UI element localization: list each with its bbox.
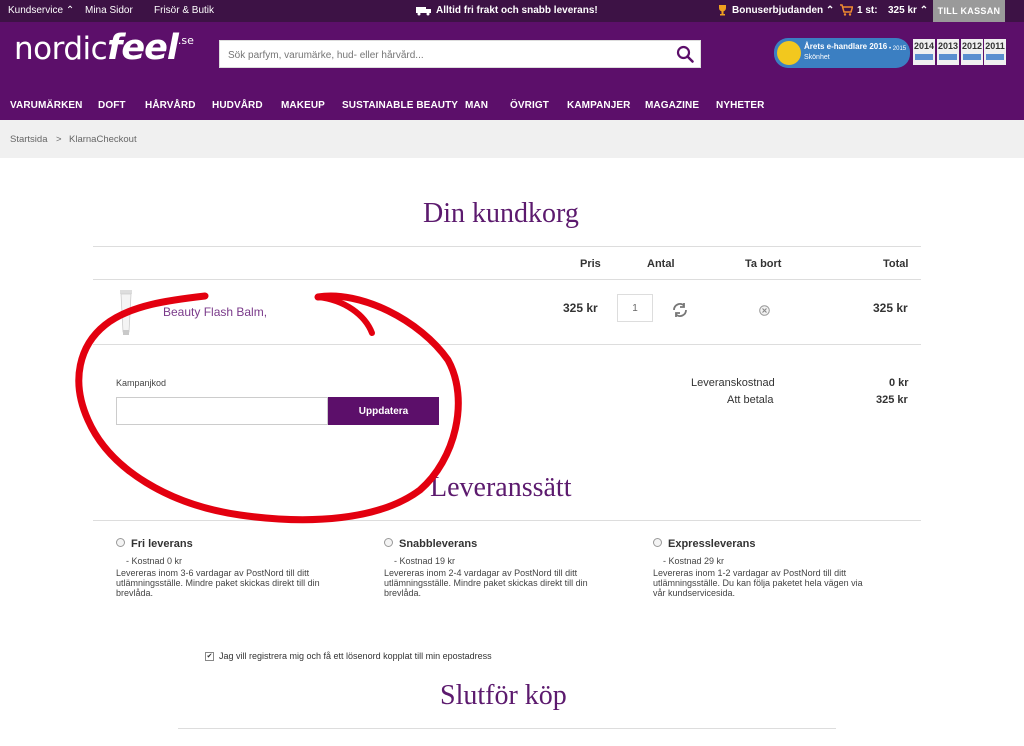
- nav-ovrigt[interactable]: ÖVRIGT: [510, 100, 549, 111]
- breadcrumb: Startsida > KlarnaCheckout: [0, 120, 1024, 158]
- breadcrumb-home[interactable]: Startsida: [10, 134, 48, 145]
- bonus-link[interactable]: Bonuserbjudanden ⌃: [732, 5, 834, 16]
- divider: [93, 246, 921, 247]
- award-runner-icon: [777, 41, 801, 65]
- kampanjkod-input[interactable]: [116, 397, 328, 425]
- mina-sidor-link[interactable]: Mina Sidor: [85, 5, 133, 16]
- divider: [93, 279, 921, 280]
- free-shipping-text: Alltid fri frakt och snabb leverans!: [436, 5, 598, 16]
- kundservice-link[interactable]: Kundservice ⌃: [8, 5, 74, 16]
- search-icon[interactable]: [676, 45, 694, 63]
- radio-fri-leverans[interactable]: [116, 538, 125, 547]
- radio-expressleverans[interactable]: [653, 538, 662, 547]
- refresh-icon[interactable]: [671, 302, 689, 318]
- nav-man[interactable]: MAN: [465, 100, 488, 111]
- register-checkbox[interactable]: ✔: [205, 652, 214, 661]
- logo[interactable]: nordicfeel.se: [14, 28, 194, 68]
- cart-count[interactable]: 1 st:: [857, 5, 878, 16]
- truck-icon: [416, 7, 431, 16]
- nav-doft[interactable]: DOFT: [98, 100, 126, 111]
- to-pay-value: 325 kr: [876, 394, 908, 406]
- nav-varumarken[interactable]: VARUMÄRKEN: [10, 100, 82, 111]
- col-ta-bort: Ta bort: [745, 258, 782, 270]
- top-bar: Kundservice ⌃ Mina Sidor Frisör & Butik …: [0, 0, 1024, 22]
- nav-magazine[interactable]: MAGAZINE: [645, 100, 699, 111]
- radio-snabbleverans[interactable]: [384, 538, 393, 547]
- nav-nyheter[interactable]: NYHETER: [716, 100, 764, 111]
- nav-kampanjer[interactable]: KAMPANJER: [567, 100, 631, 111]
- cart-total[interactable]: 325 kr ⌃: [888, 5, 928, 16]
- nav-hudvard[interactable]: HUDVÅRD: [212, 100, 263, 111]
- col-total: Total: [883, 258, 909, 270]
- nav-makeup[interactable]: MAKEUP: [281, 100, 325, 111]
- register-label: Jag vill registrera mig och få ett lösen…: [219, 651, 492, 661]
- shipping-cost-value: 0 kr: [889, 377, 909, 389]
- checkout-title: Slutför köp: [440, 680, 567, 711]
- chevron-up-icon: ⌃: [825, 5, 835, 16]
- row-total: 325 kr: [873, 301, 908, 315]
- chevron-up-icon: ⌃: [919, 5, 929, 16]
- col-pris: Pris: [580, 258, 601, 270]
- award-badge[interactable]: Årets e-handlare 2016 Skönhet • 2015: [774, 38, 910, 68]
- cart-title: Din kundkorg: [423, 198, 579, 229]
- product-image[interactable]: [120, 290, 132, 335]
- remove-icon[interactable]: [759, 305, 770, 316]
- award-year-2012: 2012: [961, 39, 983, 65]
- shipping-cost-label: Leveranskostnad: [691, 377, 775, 389]
- col-antal: Antal: [647, 258, 675, 270]
- nav-harvard[interactable]: HÅRVÅRD: [145, 100, 196, 111]
- checkout-button[interactable]: TILL KASSAN: [933, 0, 1005, 22]
- search-input[interactable]: [226, 41, 670, 69]
- divider: [93, 344, 921, 345]
- divider: [93, 520, 921, 521]
- nav-sustainable-beauty[interactable]: SUSTAINABLE BEAUTY: [342, 100, 458, 111]
- kampanjkod-label: Kampanjkod: [116, 378, 167, 388]
- chevron-up-icon: ⌃: [65, 5, 75, 16]
- product-name-link[interactable]: Beauty Flash Balm,: [163, 305, 267, 319]
- quantity-input[interactable]: [617, 294, 653, 322]
- cart-icon[interactable]: [840, 4, 853, 16]
- breadcrumb-separator: >: [56, 134, 62, 145]
- award-year-2011: 2011: [984, 39, 1006, 65]
- product-price: 325 kr: [563, 301, 598, 315]
- search-box: [219, 40, 701, 69]
- award-year-2013: 2013: [937, 39, 959, 65]
- main-nav: VARUMÄRKEN DOFT HÅRVÅRD HUDVÅRD MAKEUP S…: [0, 96, 1024, 120]
- update-button[interactable]: Uppdatera: [328, 397, 439, 425]
- to-pay-label: Att betala: [727, 394, 774, 406]
- breadcrumb-current: KlarnaCheckout: [69, 134, 137, 145]
- trophy-icon: [719, 5, 726, 16]
- divider: [178, 728, 836, 729]
- site-header: nordicfeel.se Årets e-handlare 2016 Skön…: [0, 22, 1024, 120]
- delivery-title: Leveranssätt: [430, 472, 572, 503]
- frisor-butik-link[interactable]: Frisör & Butik: [154, 5, 214, 16]
- award-year-2014: 2014: [913, 39, 935, 65]
